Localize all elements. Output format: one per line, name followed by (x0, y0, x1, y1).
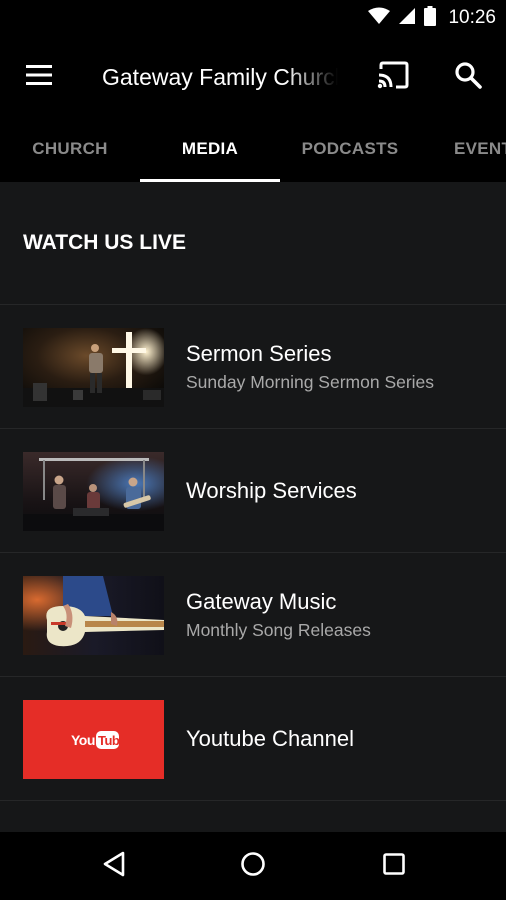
search-icon (454, 61, 482, 94)
item-title: Gateway Music (186, 589, 337, 614)
tab-media[interactable]: MEDIA (140, 116, 280, 182)
item-title: Youtube Channel (186, 726, 355, 751)
system-nav-bar (0, 832, 506, 900)
list-item-worship-services[interactable]: Worship Services (0, 429, 506, 553)
cast-icon (377, 61, 411, 94)
battery-icon (424, 5, 437, 31)
status-bar: 10:26 (0, 0, 506, 36)
tab-events[interactable]: EVENTS (420, 116, 506, 182)
section-header[interactable]: WATCH US LIVE (0, 182, 506, 305)
item-title: Worship Services (186, 478, 357, 503)
back-triangle-icon (102, 851, 126, 882)
svg-text:You: You (71, 732, 95, 748)
cell-signal-icon (398, 7, 416, 30)
status-icons: 10:26 (368, 5, 496, 31)
menu-button[interactable] (20, 58, 58, 96)
item-title: Sermon Series (186, 341, 332, 366)
item-subtitle: Monthly Song Releases (186, 620, 371, 640)
recents-button[interactable] (372, 846, 416, 886)
status-time: 10:26 (448, 7, 496, 28)
item-subtitle: Sunday Morning Sermon Series (186, 372, 435, 392)
home-circle-icon (240, 851, 266, 882)
media-list: WATCH US LIVE Sermon Series Sunday Morni… (0, 182, 506, 832)
app-title: Gateway Family Church (102, 64, 338, 90)
app-bar: Gateway Family Church (0, 36, 506, 116)
search-button[interactable] (448, 58, 488, 96)
recents-square-icon (382, 852, 406, 881)
youtube-logo: You Tube (71, 729, 119, 751)
svg-text:Tube: Tube (98, 733, 119, 748)
back-button[interactable] (92, 846, 136, 886)
list-item-youtube-channel[interactable]: You Tube Youtube Channel (0, 677, 506, 801)
tab-bar: CHURCH MEDIA PODCASTS EVENTS (0, 116, 506, 182)
list-item-sermon-series[interactable]: Sermon Series Sunday Morning Sermon Seri… (0, 305, 506, 429)
hamburger-menu-icon (26, 64, 52, 90)
tab-podcasts[interactable]: PODCASTS (280, 116, 420, 182)
list-item-gateway-music[interactable]: Gateway Music Monthly Song Releases (0, 553, 506, 677)
worship-services-thumbnail (23, 452, 164, 531)
youtube-channel-thumbnail: You Tube (23, 700, 164, 779)
sermon-series-thumbnail (23, 328, 164, 407)
tab-church[interactable]: CHURCH (0, 116, 140, 182)
cast-button[interactable] (374, 58, 414, 96)
home-button[interactable] (231, 846, 275, 886)
gateway-music-thumbnail (23, 576, 164, 655)
wifi-icon (368, 7, 391, 30)
